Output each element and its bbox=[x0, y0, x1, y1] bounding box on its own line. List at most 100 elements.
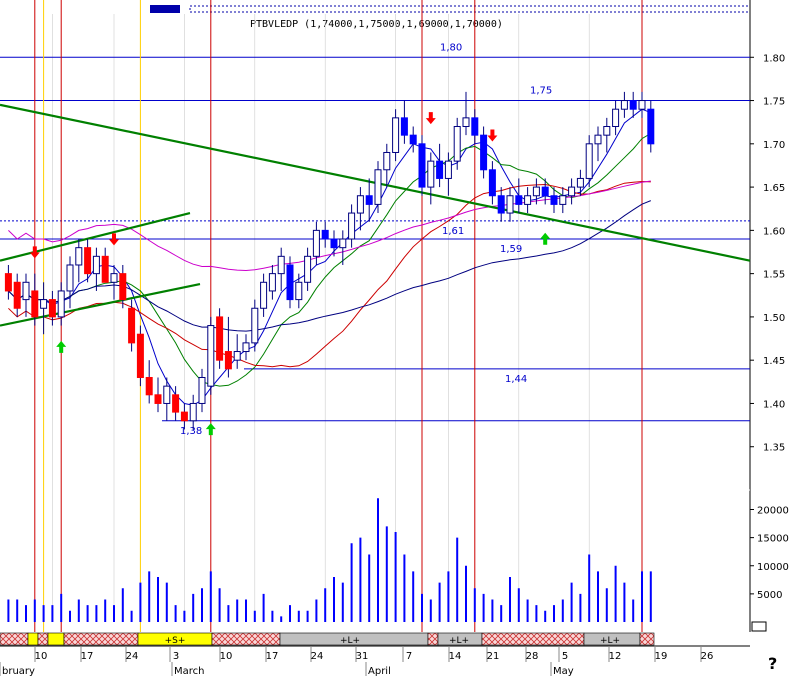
date-day-label: 12 bbox=[609, 651, 622, 662]
candle-body bbox=[163, 385, 171, 404]
candle-body bbox=[242, 342, 250, 353]
stock-chart[interactable]: PTBVLEDP (1,74000,1,75000,1,69000,1,7000… bbox=[0, 0, 797, 676]
date-day-label: 24 bbox=[311, 651, 324, 662]
signal-band bbox=[47, 632, 65, 646]
signal-band-strip: +S+ +L+ +L+ +L+ bbox=[0, 632, 655, 646]
level-label: 1,44 bbox=[505, 374, 527, 385]
candle-body bbox=[480, 134, 488, 171]
buy-arrow-icon bbox=[540, 232, 551, 245]
buy-arrow-icon bbox=[205, 423, 216, 436]
candle-body bbox=[339, 238, 347, 249]
candle-body bbox=[488, 169, 496, 197]
date-month-label: bruary bbox=[2, 666, 35, 676]
date-month-label: April bbox=[368, 666, 391, 676]
candle-body bbox=[462, 117, 470, 128]
candle-body bbox=[559, 195, 567, 205]
candle-body bbox=[57, 290, 65, 318]
signal-band bbox=[0, 632, 29, 646]
signal-band bbox=[481, 632, 585, 646]
volume-tick-label: 5000 bbox=[757, 590, 782, 601]
candle-body bbox=[224, 351, 232, 370]
signal-band bbox=[37, 632, 49, 646]
candle-body bbox=[400, 117, 408, 136]
candle-body bbox=[101, 255, 109, 283]
level-label: 1,59 bbox=[500, 244, 522, 255]
scroll-corner[interactable] bbox=[751, 621, 767, 632]
symbol-quote: PTBVLEDP (1,74000,1,75000,1,69000,1,7000… bbox=[250, 19, 503, 30]
price-tick-label: 1.80 bbox=[763, 53, 785, 64]
candle-body bbox=[251, 307, 259, 344]
candle-body bbox=[532, 186, 540, 197]
price-tick-label: 1.55 bbox=[763, 270, 785, 281]
candle-body bbox=[286, 264, 294, 301]
sell-arrow-icon bbox=[29, 246, 40, 259]
candle-body bbox=[13, 281, 21, 309]
candle-body bbox=[321, 229, 329, 240]
date-day-label: 17 bbox=[266, 651, 279, 662]
candle-body bbox=[216, 316, 224, 361]
chart-window: PTBVLEDP (1,74000,1,75000,1,69000,1,7000… bbox=[0, 0, 797, 676]
candle-body bbox=[4, 273, 12, 292]
candle-body bbox=[40, 299, 48, 309]
candle-body bbox=[330, 238, 338, 249]
candle-body bbox=[453, 126, 461, 162]
price-tick-label: 1.40 bbox=[763, 399, 785, 410]
signal-band bbox=[427, 632, 439, 646]
signal-band bbox=[211, 632, 281, 646]
price-tick-label: 1.45 bbox=[763, 356, 785, 367]
candle-body bbox=[92, 255, 100, 275]
candle-body bbox=[409, 134, 417, 145]
candle-body bbox=[207, 325, 215, 387]
candle-body bbox=[48, 299, 56, 318]
date-day-label: 5 bbox=[562, 651, 568, 662]
signal-band-label: +S+ bbox=[165, 636, 186, 646]
candle-body bbox=[145, 376, 153, 396]
level-label: 1,80 bbox=[440, 42, 462, 53]
candle-body bbox=[356, 195, 364, 214]
date-month-label: March bbox=[174, 666, 204, 676]
date-day-label: 3 bbox=[173, 651, 179, 662]
trendline-channel-lower bbox=[0, 282, 201, 327]
candle-body bbox=[31, 290, 39, 318]
candle-body bbox=[128, 307, 136, 344]
candle-body bbox=[612, 108, 620, 128]
price-tick-label: 1.60 bbox=[763, 226, 785, 237]
candle-body bbox=[22, 281, 30, 301]
candle-body bbox=[638, 100, 646, 110]
candle-body bbox=[374, 169, 382, 205]
date-axis: 10 17 24 3 10 17 24 31 7 14 21 28 5 12 19 26 bruary March… bbox=[0, 645, 750, 676]
candle-body bbox=[119, 273, 127, 301]
sell-arrow-icon bbox=[487, 129, 498, 142]
date-day-label: 28 bbox=[526, 651, 539, 662]
signal-band bbox=[27, 632, 39, 646]
candle-body bbox=[198, 376, 206, 404]
candle-body bbox=[304, 255, 312, 283]
price-tick-label: 1.75 bbox=[763, 97, 785, 108]
candle-body bbox=[576, 177, 584, 188]
candle-body bbox=[568, 186, 576, 197]
volume-bars bbox=[7, 498, 652, 622]
candle-body bbox=[392, 117, 400, 153]
candle-body bbox=[506, 195, 514, 214]
candle-body bbox=[180, 411, 188, 422]
volume-tick-label: 20000 bbox=[757, 506, 789, 517]
candle-body bbox=[471, 117, 479, 136]
candle-body bbox=[524, 195, 532, 205]
candle-body bbox=[436, 160, 444, 179]
volume-tick-label: 15000 bbox=[757, 534, 789, 545]
candle-body bbox=[515, 195, 523, 205]
candle-body bbox=[603, 126, 611, 136]
date-day-label: 24 bbox=[126, 651, 139, 662]
candle-body bbox=[427, 160, 435, 188]
candle-body bbox=[136, 333, 144, 378]
candle-body bbox=[594, 134, 602, 145]
candle-body bbox=[110, 273, 118, 283]
candle-body bbox=[268, 273, 276, 292]
header-blue-block bbox=[150, 5, 180, 13]
help-icon[interactable]: ? bbox=[768, 654, 777, 673]
date-day-label: 10 bbox=[220, 651, 233, 662]
sell-arrow-icon bbox=[425, 112, 436, 125]
price-tick-label: 1.35 bbox=[763, 443, 785, 454]
date-day-label: 26 bbox=[701, 651, 714, 662]
date-day-label: 19 bbox=[655, 651, 668, 662]
